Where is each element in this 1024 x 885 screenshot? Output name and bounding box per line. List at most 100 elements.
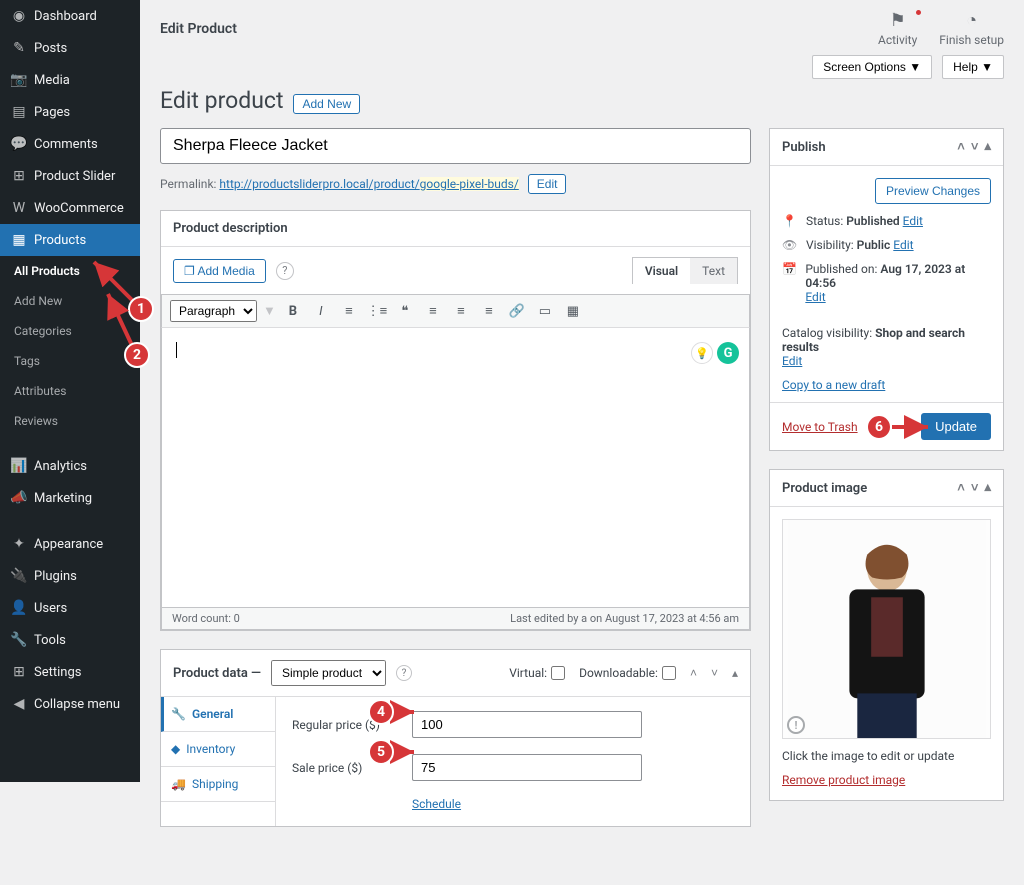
sidebar-item-add-new[interactable]: Add New	[0, 286, 140, 316]
page-title: Edit Product	[160, 21, 237, 37]
schedule-link[interactable]: Schedule	[412, 797, 461, 811]
screen-options-button[interactable]: Screen Options ▼	[812, 55, 932, 79]
sidebar-item-reviews[interactable]: Reviews	[0, 406, 140, 436]
product-title-input[interactable]	[160, 128, 751, 164]
sidebar-item-all-products[interactable]: All Products	[0, 256, 140, 286]
sidebar-item-products[interactable]: ▦Products	[0, 224, 140, 256]
media-icon: ❐	[184, 264, 197, 278]
nav-icon: 💬	[10, 136, 28, 152]
chevron-up-icon[interactable]: ˄	[957, 139, 965, 155]
sidebar-item-users[interactable]: 👤Users	[0, 592, 140, 624]
last-edited: Last edited by a on August 17, 2023 at 4…	[510, 612, 739, 625]
format-select[interactable]: Paragraph	[170, 300, 257, 322]
ol-button[interactable]: ⋮≡	[366, 300, 388, 322]
nav-icon: 🔌	[10, 568, 28, 584]
chevron-up-icon[interactable]: ˄	[957, 480, 965, 496]
sidebar-item-dashboard[interactable]: ◉Dashboard	[0, 0, 140, 32]
caret-icon[interactable]: ▴	[984, 139, 991, 155]
publish-panel: Publish ˄˅▴ Preview Changes 📍Status: Pub…	[769, 128, 1004, 451]
bold-button[interactable]: B	[282, 300, 304, 322]
remove-image-link[interactable]: Remove product image	[782, 773, 905, 787]
nav-icon: 📷	[10, 72, 28, 88]
preview-button[interactable]: Preview Changes	[875, 178, 991, 204]
main-content: Edit Product ⚑Activity ◔Finish setup Scr…	[140, 0, 1024, 885]
product-type-select[interactable]: Simple product	[271, 660, 386, 686]
sidebar-item-marketing[interactable]: 📣Marketing	[0, 482, 140, 514]
move-trash-link[interactable]: Move to Trash	[782, 420, 858, 434]
permalink-link[interactable]: http://productsliderpro.local/product/go…	[219, 177, 518, 191]
product-image[interactable]: !	[782, 519, 991, 739]
sidebar-item-settings[interactable]: ⊞Settings	[0, 656, 140, 688]
word-count: Word count: 0	[172, 612, 240, 625]
align-right-button[interactable]: ≡	[478, 300, 500, 322]
chevron-down-icon[interactable]: ˅	[971, 480, 979, 496]
product-data-panel: Product data — Simple product ? Virtual:…	[160, 649, 751, 827]
chevron-down-icon[interactable]: ˅	[711, 666, 718, 680]
align-center-button[interactable]: ≡	[450, 300, 472, 322]
caret-icon[interactable]: ▴	[732, 666, 738, 680]
sidebar-item-comments[interactable]: 💬Comments	[0, 128, 140, 160]
copy-draft-link[interactable]: Copy to a new draft	[782, 378, 991, 392]
grammarly-icon: G	[717, 342, 739, 364]
wrench-icon: 🔧	[171, 707, 186, 721]
sidebar-item-tools[interactable]: 🔧Tools	[0, 624, 140, 656]
nav-icon: ✎	[10, 40, 28, 56]
permalink-edit-button[interactable]: Edit	[528, 174, 567, 194]
admin-sidebar: ◉Dashboard✎Posts📷Media▤Pages💬Comments⊞Pr…	[0, 0, 140, 782]
grammarly-badge[interactable]: 💡 G	[691, 342, 739, 364]
text-tab[interactable]: Text	[690, 258, 737, 284]
help-icon[interactable]: ?	[396, 665, 412, 681]
sidebar-item-product-slider[interactable]: ⊞Product Slider	[0, 160, 140, 192]
italic-button[interactable]: I	[310, 300, 332, 322]
sidebar-item-posts[interactable]: ✎Posts	[0, 32, 140, 64]
nav-icon: 👤	[10, 600, 28, 616]
downloadable-check[interactable]: Downloadable:	[579, 666, 676, 680]
edit-visibility-link[interactable]: Edit	[893, 238, 913, 252]
edit-date-link[interactable]: Edit	[805, 290, 825, 304]
add-new-button[interactable]: Add New	[293, 94, 360, 114]
add-media-button[interactable]: ❐ Add Media	[173, 259, 266, 283]
ul-button[interactable]: ≡	[338, 300, 360, 322]
editor-textarea[interactable]: 💡 G	[161, 328, 750, 608]
nav-icon: ◉	[10, 8, 28, 24]
sidebar-item-categories[interactable]: Categories	[0, 316, 140, 346]
align-left-button[interactable]: ≡	[422, 300, 444, 322]
link-button[interactable]: 🔗	[506, 300, 528, 322]
sidebar-item-tags[interactable]: Tags	[0, 346, 140, 376]
truck-icon: 🚚	[171, 777, 186, 791]
tab-general[interactable]: 🔧General	[161, 697, 275, 732]
chevron-down-icon[interactable]: ˅	[971, 139, 979, 155]
publish-heading: Publish	[782, 140, 826, 155]
quote-button[interactable]: ❝	[394, 300, 416, 322]
sidebar-item-plugins[interactable]: 🔌Plugins	[0, 560, 140, 592]
sidebar-item-woocommerce[interactable]: WWooCommerce	[0, 192, 140, 224]
caret-icon[interactable]: ▴	[984, 480, 991, 496]
help-button[interactable]: Help ▼	[942, 55, 1004, 79]
toggle-button[interactable]: ▦	[562, 300, 584, 322]
nav-icon: ▤	[10, 104, 28, 120]
regular-price-label: Regular price ($)	[292, 718, 412, 732]
help-icon[interactable]: ?	[276, 262, 294, 280]
visual-tab[interactable]: Visual	[633, 258, 690, 284]
sidebar-item-analytics[interactable]: 📊Analytics	[0, 450, 140, 482]
sidebar-item-pages[interactable]: ▤Pages	[0, 96, 140, 128]
activity-button[interactable]: ⚑Activity	[878, 10, 917, 47]
sidebar-item-appearance[interactable]: ✦Appearance	[0, 528, 140, 560]
sidebar-item-attributes[interactable]: Attributes	[0, 376, 140, 406]
regular-price-input[interactable]	[412, 711, 642, 738]
tab-inventory[interactable]: ◆Inventory	[161, 732, 275, 767]
tab-shipping[interactable]: 🚚Shipping	[161, 767, 275, 802]
sidebar-item-media[interactable]: 📷Media	[0, 64, 140, 96]
finish-setup-button[interactable]: ◔Finish setup	[939, 10, 1004, 47]
pin-icon: 📍	[782, 214, 798, 228]
sidebar-item-collapse-menu[interactable]: ◀Collapse menu	[0, 688, 140, 720]
sale-price-input[interactable]	[412, 754, 642, 781]
inventory-icon: ◆	[171, 742, 180, 756]
chevron-up-icon[interactable]: ˄	[690, 666, 697, 680]
heading: Edit product Add New	[160, 87, 1004, 114]
edit-status-link[interactable]: Edit	[903, 214, 923, 228]
more-button[interactable]: ▭	[534, 300, 556, 322]
virtual-check[interactable]: Virtual:	[509, 666, 565, 680]
edit-catalog-link[interactable]: Edit	[782, 354, 802, 368]
update-button[interactable]: Update	[921, 413, 991, 440]
